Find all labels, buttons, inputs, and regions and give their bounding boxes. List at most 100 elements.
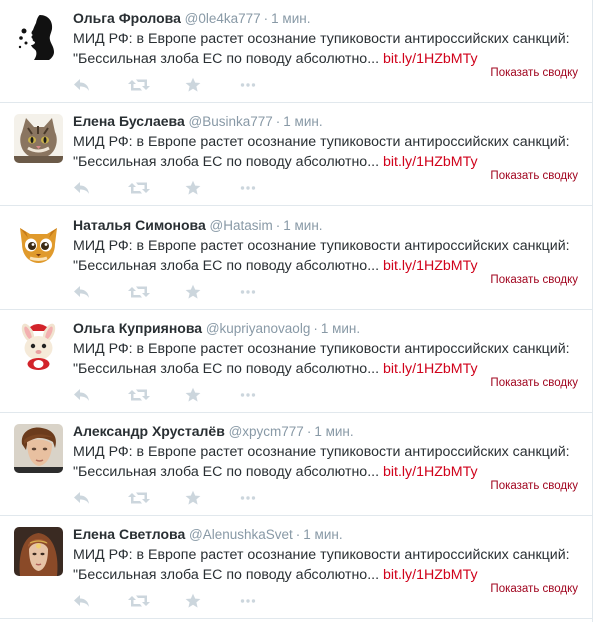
cartoon-cat-avatar[interactable] [14,218,63,267]
more-button[interactable] [240,387,258,405]
tweet-text-line: МИД РФ: в Европе растет осознание тупико… [73,31,570,47]
reply-button[interactable] [73,180,91,198]
retweet-button[interactable] [128,490,150,508]
reply-icon [73,284,91,300]
tweet-link[interactable]: bit.ly/1HZbMTy [383,154,478,170]
user-name[interactable]: Елена Светлова [73,526,185,542]
more-icon [240,387,258,403]
tweet-text-line: МИД РФ: в Европе растет осознание тупико… [73,341,570,357]
tweet-text-fragment: "Бессильная злоба ЕС по поводу абсолютно… [73,154,380,170]
tweet-time[interactable]: 1 мин. [283,114,322,129]
tweet-text: МИД РФ: в Европе растет осознание тупико… [73,545,578,585]
reply-button[interactable] [73,77,91,95]
young-man-avatar[interactable] [14,424,63,473]
user-handle[interactable]: @Hatasim [210,218,273,233]
tweet-link[interactable]: bit.ly/1HZbMTy [383,361,478,377]
separator-dot: · [306,424,312,439]
more-icon [240,284,258,300]
user-handle[interactable]: @AlenushkaSvet [189,527,293,542]
retweet-icon [128,387,150,403]
more-button[interactable] [240,77,258,95]
reply-icon [73,77,91,93]
tweet-link[interactable]: bit.ly/1HZbMTy [383,464,478,480]
user-name[interactable]: Наталья Симонова [73,217,206,233]
tweet-time[interactable]: 1 мин. [303,527,342,542]
favorite-icon [185,387,203,403]
reply-button[interactable] [73,593,91,611]
tweet-text-line: "Бессильная злоба ЕС по поводу абсолютно… [73,49,578,69]
tweet-time[interactable]: 1 мин. [314,424,353,439]
show-summary-link[interactable]: Показать сводку [490,274,578,286]
show-summary-link[interactable]: Показать сводку [490,480,578,492]
more-button[interactable] [240,593,258,611]
retweet-button[interactable] [128,593,150,611]
more-button[interactable] [240,180,258,198]
tweet-text: МИД РФ: в Европе растет осознание тупико… [73,442,578,482]
user-name[interactable]: Ольга Фролова [73,10,181,26]
favorite-button[interactable] [185,490,203,508]
woman-silhouette-avatar[interactable] [14,11,63,60]
user-handle[interactable]: @Businka777 [189,114,273,129]
retweet-icon [128,180,150,196]
more-icon [240,490,258,506]
tweet-item[interactable]: Елена Светлова @AlenushkaSvet · 1 мин. МИД … [0,516,593,619]
tweet-header: Наталья Симонова @Hatasim · 1 мин. [73,216,323,235]
favorite-button[interactable] [185,77,203,95]
show-summary-link[interactable]: Показать сводку [490,377,578,389]
tweet-text-line: "Бессильная злоба ЕС по поводу абсолютно… [73,462,578,482]
tweet-text-line: "Бессильная злоба ЕС по поводу абсолютно… [73,152,578,172]
tweet-link[interactable]: bit.ly/1HZbMTy [383,258,478,274]
show-summary-link[interactable]: Показать сводку [490,583,578,595]
separator-dot: · [263,11,269,26]
bunny-toy-avatar[interactable] [14,321,63,370]
tweet-feed: Ольга Фролова @0le4ka777 · 1 мин. МИД РФ: в… [0,0,593,622]
favorite-button[interactable] [185,593,203,611]
retweet-button[interactable] [128,180,150,198]
user-handle[interactable]: @kupriyanovaolg [206,321,311,336]
tweet-item[interactable]: Александр Хрусталёв @xpycm777 · 1 мин. МИД … [0,413,593,516]
show-summary-link[interactable]: Показать сводку [490,170,578,182]
woman-portrait-avatar[interactable] [14,527,63,576]
user-name[interactable]: Елена Буслаева [73,113,185,129]
more-icon [240,77,258,93]
cat-avatar[interactable] [14,114,63,163]
tweet-link[interactable]: bit.ly/1HZbMTy [383,51,478,67]
reply-button[interactable] [73,387,91,405]
reply-icon [73,180,91,196]
tweet-item[interactable]: Елена Буслаева @Businka777 · 1 мин. МИД РФ:… [0,103,593,206]
reply-button[interactable] [73,490,91,508]
tweet-time[interactable]: 1 мин. [321,321,360,336]
retweet-icon [128,284,150,300]
more-button[interactable] [240,490,258,508]
tweet-text-line: МИД РФ: в Европе растет осознание тупико… [73,547,570,563]
tweet-text-line: МИД РФ: в Европе растет осознание тупико… [73,134,570,150]
favorite-icon [185,490,203,506]
reply-button[interactable] [73,284,91,302]
tweet-text-fragment: "Бессильная злоба ЕС по поводу абсолютно… [73,464,380,480]
separator-dot: · [313,321,318,336]
more-button[interactable] [240,284,258,302]
user-handle[interactable]: @xpycm777 [229,424,304,439]
favorite-button[interactable] [185,284,203,302]
user-handle[interactable]: @0le4ka777 [185,11,261,26]
user-name[interactable]: Ольга Куприянова [73,320,202,336]
retweet-button[interactable] [128,284,150,302]
favorite-icon [185,593,203,609]
favorite-button[interactable] [185,387,203,405]
retweet-button[interactable] [128,77,150,95]
retweet-icon [128,77,150,93]
tweet-item[interactable]: Наталья Симонова @Hatasim · 1 мин. МИД РФ: … [0,207,593,310]
tweet-time[interactable]: 1 мин. [271,11,310,26]
user-name[interactable]: Александр Хрусталёв [73,423,225,439]
favorite-icon [185,180,203,196]
tweet-text-line: МИД РФ: в Европе растет осознание тупико… [73,444,570,460]
favorite-button[interactable] [185,180,203,198]
favorite-icon [185,77,203,93]
tweet-link[interactable]: bit.ly/1HZbMTy [383,567,478,583]
retweet-button[interactable] [128,387,150,405]
tweet-item[interactable]: Ольга Куприянова @kupriyanovaolg · 1 мин. М… [0,310,593,413]
tweet-text-fragment: "Бессильная злоба ЕС по поводу абсолютно… [73,258,380,274]
tweet-time[interactable]: 1 мин. [283,218,322,233]
tweet-item[interactable]: Ольга Фролова @0le4ka777 · 1 мин. МИД РФ: в… [0,0,593,103]
show-summary-link[interactable]: Показать сводку [490,67,578,79]
